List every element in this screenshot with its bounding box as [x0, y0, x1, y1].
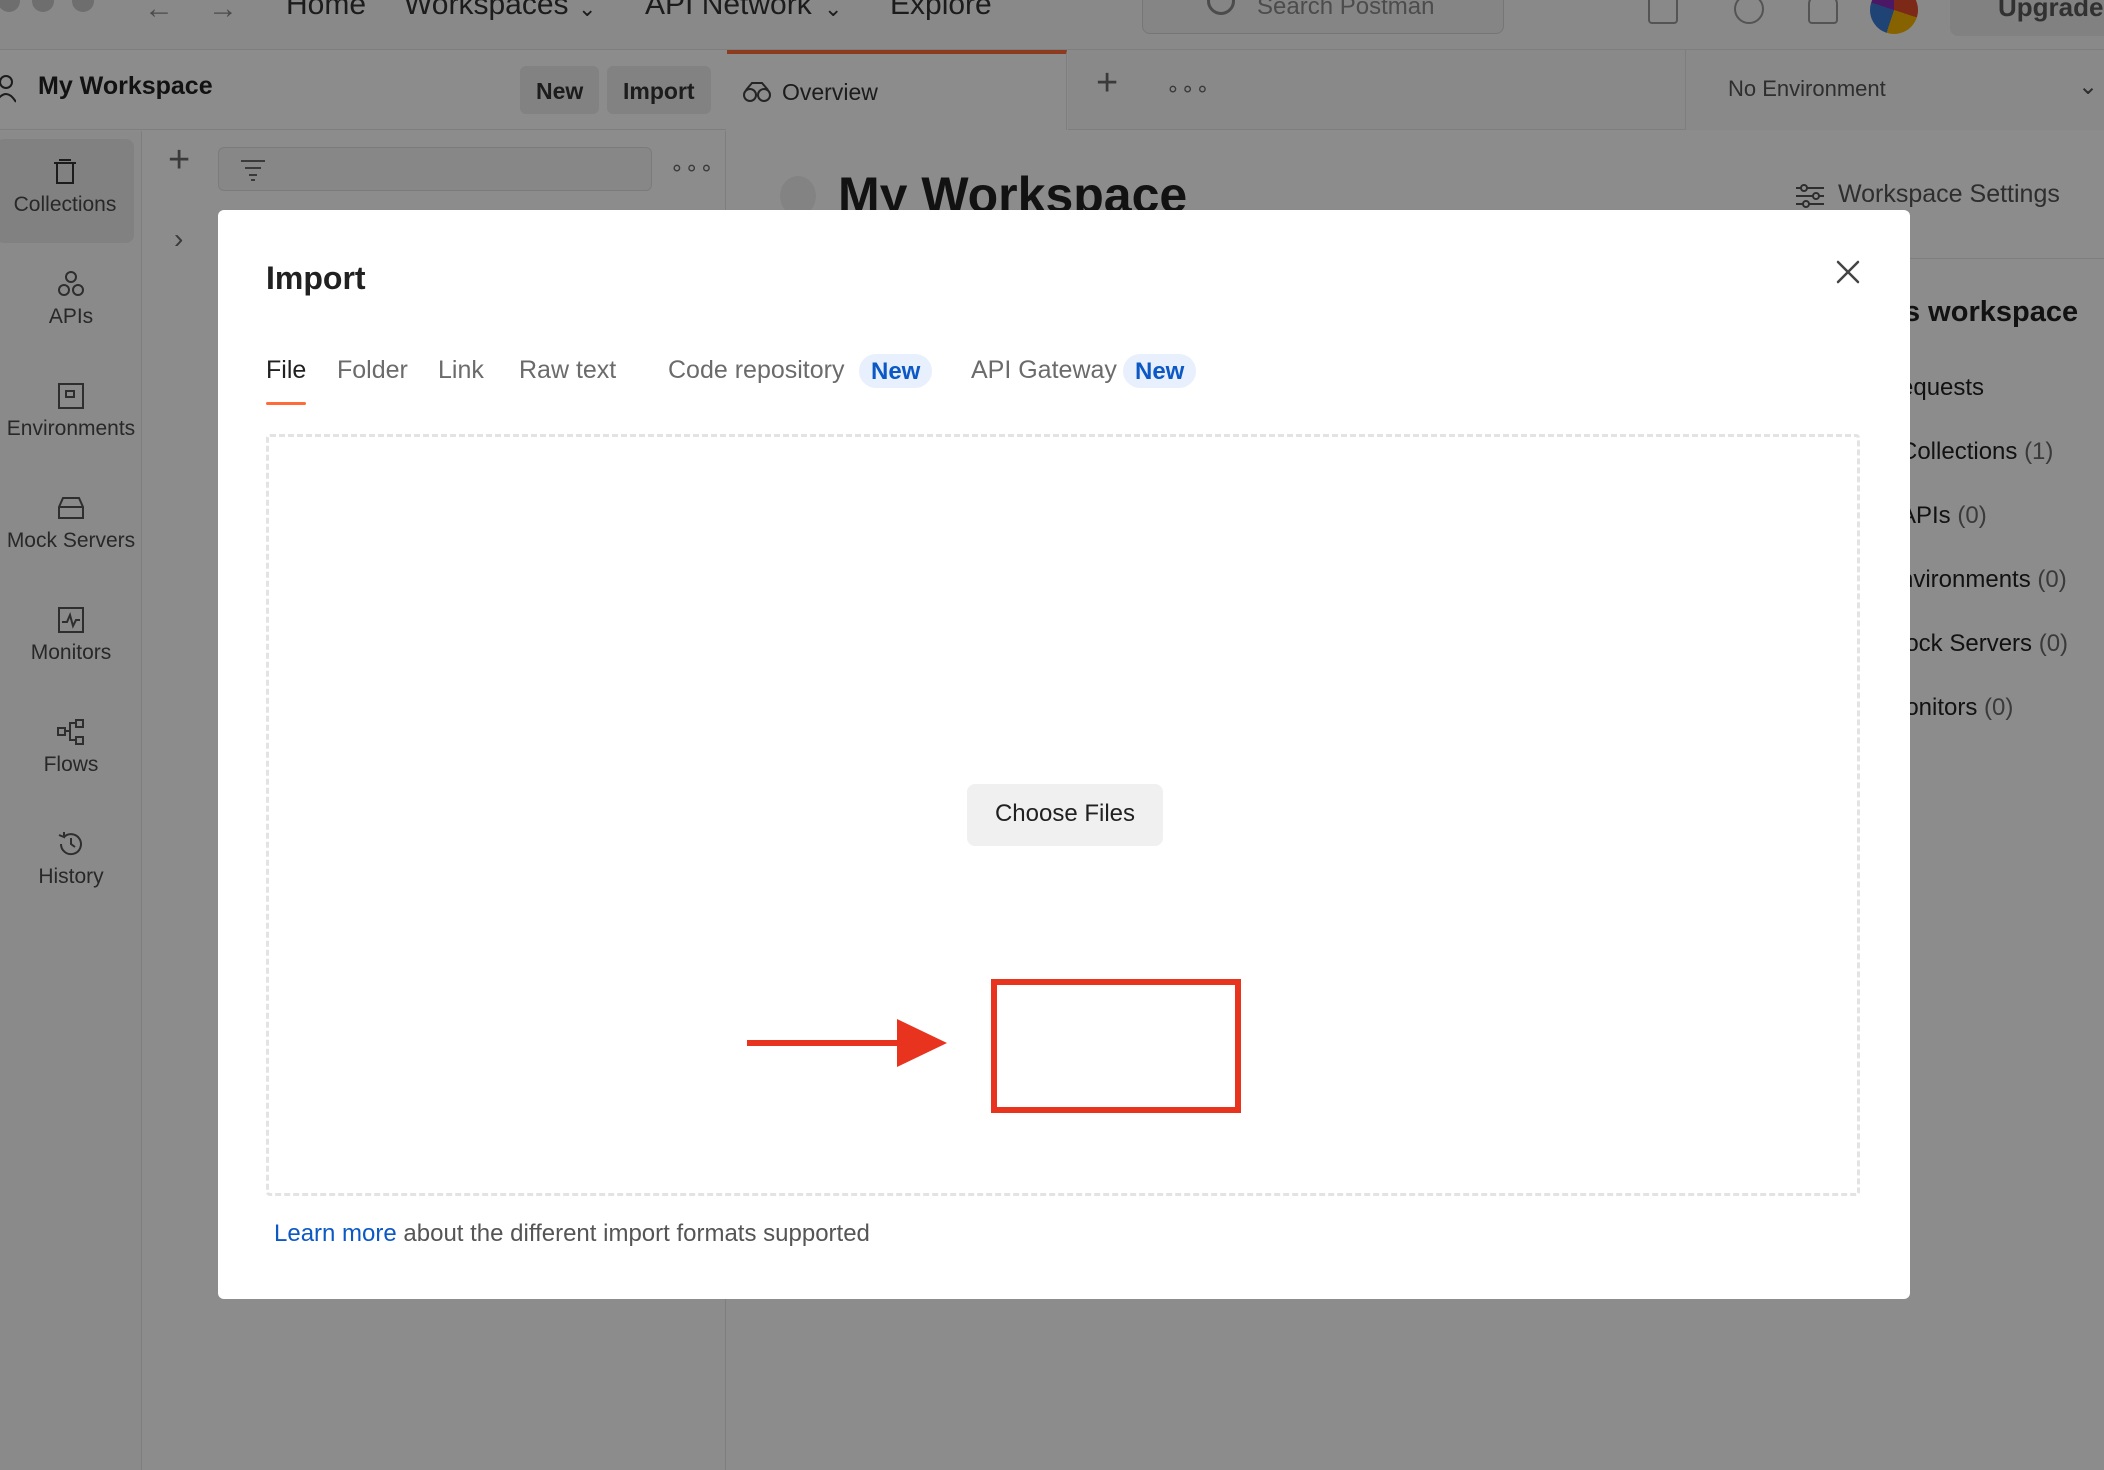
tab-folder[interactable]: Folder: [337, 356, 408, 385]
annotation-arrow: [747, 1019, 947, 1067]
tab-label: Code repository: [668, 356, 845, 384]
footer-text: about the different import formats suppo…: [396, 1220, 870, 1247]
tab-label: Raw text: [519, 356, 617, 384]
close-icon[interactable]: [1830, 254, 1866, 290]
tab-raw-text[interactable]: Raw text: [519, 356, 616, 385]
active-tab-indicator: [266, 402, 306, 405]
modal-title: Import: [266, 260, 366, 296]
import-modal: Import File Folder Link Raw text Code re…: [218, 210, 1910, 1299]
tab-file[interactable]: File: [266, 356, 307, 405]
annotation-highlight-box: [991, 979, 1241, 1113]
learn-more-link[interactable]: Learn more: [274, 1220, 397, 1247]
tab-api-gateway[interactable]: API Gateway: [971, 356, 1117, 385]
tab-label: File: [266, 356, 307, 384]
tab-label: Folder: [337, 356, 408, 384]
import-formats-note: Learn more about the different import fo…: [274, 1220, 870, 1248]
choose-files-button[interactable]: Choose Files: [967, 784, 1163, 846]
new-badge: New: [859, 354, 933, 388]
tab-label: Link: [438, 356, 484, 384]
new-badge: New: [1123, 354, 1197, 388]
tab-code-repository[interactable]: Code repository: [668, 356, 844, 385]
tab-label: API Gateway: [971, 356, 1117, 384]
tab-link[interactable]: Link: [438, 356, 484, 385]
